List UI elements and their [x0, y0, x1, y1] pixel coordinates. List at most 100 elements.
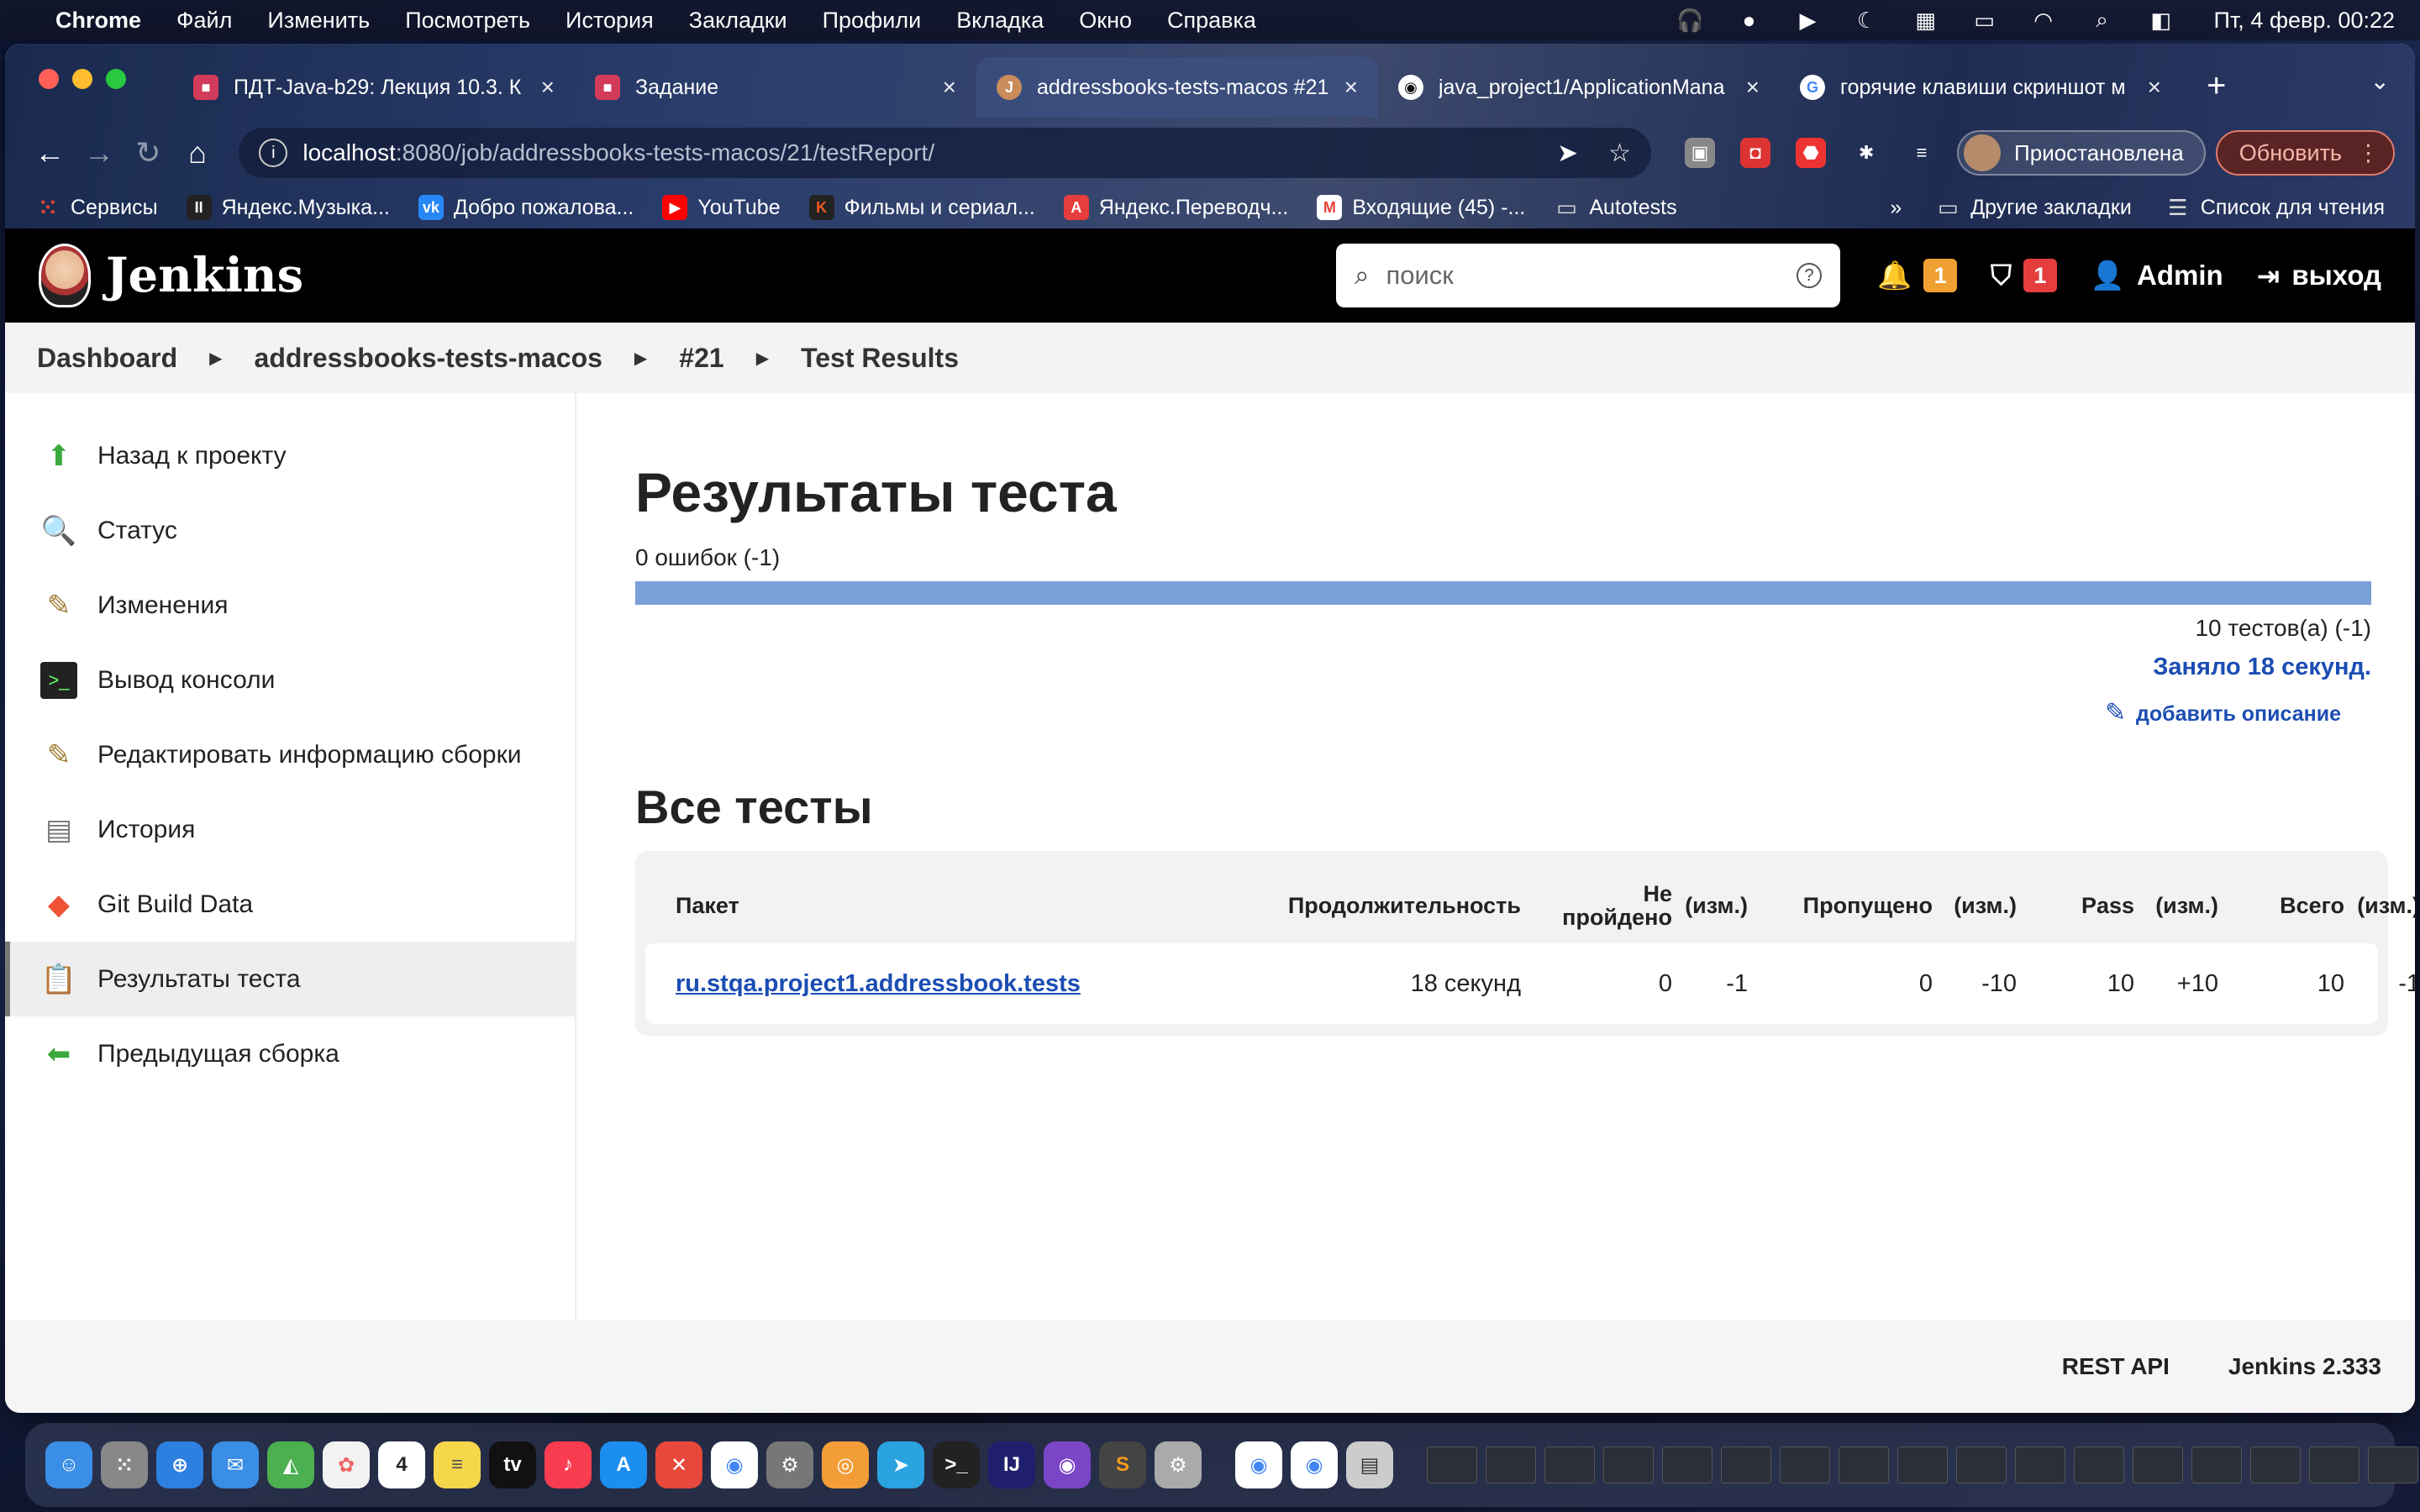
app-icon[interactable]: ✕	[655, 1441, 702, 1488]
minimized-window-thumbnail[interactable]	[1721, 1446, 1771, 1483]
column-header[interactable]: (изм.)	[1944, 893, 2028, 919]
close-tab-icon[interactable]: ×	[1746, 74, 1760, 101]
forward-button[interactable]: →	[75, 135, 124, 171]
column-header[interactable]: (изм.)	[1684, 893, 1760, 919]
terminal-icon[interactable]: >_	[933, 1441, 980, 1488]
menu-tab[interactable]: Вкладка	[956, 8, 1044, 34]
breadcrumb-chevron-icon[interactable]: ▶	[756, 348, 769, 369]
rest-api-link[interactable]: REST API	[2062, 1353, 2170, 1380]
chrome-icon[interactable]: ◉	[711, 1441, 758, 1488]
back-button[interactable]: ←	[25, 135, 75, 171]
browser-tab[interactable]: G горячие клавиши скриншот м ×	[1780, 57, 2181, 118]
preview-icon[interactable]: ▤	[1346, 1441, 1393, 1488]
send-icon[interactable]: ➤	[1557, 139, 1578, 168]
kebab-menu-icon[interactable]: ⋮	[2357, 140, 2380, 166]
puzzle-extensions-icon[interactable]: ✱	[1851, 138, 1881, 168]
notification-app-icon[interactable]: ●	[1735, 8, 1764, 33]
minimized-window-thumbnail[interactable]	[1486, 1446, 1536, 1483]
jenkins-version-link[interactable]: Jenkins 2.333	[2228, 1353, 2381, 1380]
telegram-icon[interactable]: ➤	[877, 1441, 924, 1488]
bookmark-item[interactable]: ▶ YouTube	[662, 195, 781, 220]
bookmark-item[interactable]: II Яндекс.Музыка...	[186, 195, 390, 220]
home-button[interactable]: ⌂	[173, 135, 223, 171]
photos-icon[interactable]: ✿	[323, 1441, 370, 1488]
sidebar-item-back-to-project[interactable]: ⬆ Назад к проекту	[5, 418, 575, 493]
menu-bookmarks[interactable]: Закладки	[689, 8, 787, 34]
search-box[interactable]: ⌕ поиск ?	[1336, 244, 1841, 307]
column-header[interactable]: Пакет	[676, 893, 1247, 919]
column-header[interactable]: Всего	[2230, 893, 2356, 919]
breadcrumb-chevron-icon[interactable]: ▶	[209, 348, 222, 369]
column-header[interactable]: Не пройдено	[1541, 882, 1684, 930]
bookmark-item[interactable]: ⁙ Сервисы	[35, 195, 157, 220]
close-tab-icon[interactable]: ×	[541, 74, 555, 101]
minimized-window-thumbnail[interactable]	[1839, 1446, 1889, 1483]
minimized-window-thumbnail[interactable]	[1544, 1446, 1595, 1483]
play-icon[interactable]: ▶	[1794, 8, 1823, 33]
battery-icon[interactable]: ▭	[1970, 8, 1999, 33]
browser-tab[interactable]: ■ Задание ×	[575, 57, 976, 118]
minimized-window-thumbnail[interactable]	[2250, 1446, 2301, 1483]
new-tab-button[interactable]: +	[2181, 52, 2251, 119]
menu-window[interactable]: Окно	[1079, 8, 1132, 34]
shield-extension-icon[interactable]: ⬣	[1796, 138, 1827, 168]
update-chrome-button[interactable]: Обновить ⋮	[2215, 130, 2396, 176]
bookmark-item[interactable]: vk Добро пожалова...	[418, 195, 634, 220]
minimized-window-thumbnail[interactable]	[2191, 1446, 2242, 1483]
column-header[interactable]: (изм.)	[2146, 893, 2230, 919]
package-link[interactable]: ru.stqa.project1.addressbook.tests	[676, 970, 1081, 997]
mail-icon[interactable]: ✉	[212, 1441, 259, 1488]
sidebar-item-git-build-data[interactable]: ◆ Git Build Data	[5, 867, 575, 942]
minimize-window-button[interactable]	[72, 69, 92, 89]
music-icon[interactable]: ♪	[544, 1441, 592, 1488]
search-input[interactable]: поиск	[1386, 260, 1797, 291]
menu-profiles[interactable]: Профили	[823, 8, 922, 34]
menu-history[interactable]: История	[566, 8, 654, 34]
fullscreen-window-button[interactable]	[106, 69, 126, 89]
site-info-icon[interactable]: i	[259, 139, 288, 167]
user-button[interactable]: 👤 Admin	[2091, 260, 2223, 292]
intellij-icon[interactable]: IJ	[988, 1441, 1035, 1488]
browser-tab-active[interactable]: J addressbooks-tests-macos #21 ×	[976, 57, 1378, 118]
breadcrumb-item[interactable]: Test Results	[801, 343, 959, 374]
bookmark-item[interactable]: K Фильмы и сериал...	[808, 195, 1035, 220]
keyboard-layout-icon[interactable]: ▦	[1912, 8, 1940, 33]
chrome-icon[interactable]: ◉	[1235, 1441, 1282, 1488]
browser-tab[interactable]: ◉ java_project1/ApplicationMana ×	[1378, 57, 1780, 118]
launchpad-icon[interactable]: ⁙	[101, 1441, 148, 1488]
minimized-window-thumbnail[interactable]	[2309, 1446, 2360, 1483]
menu-app-name[interactable]: Chrome	[55, 8, 141, 34]
github-desktop-icon[interactable]: ◉	[1044, 1441, 1091, 1488]
breadcrumb-chevron-icon[interactable]: ▶	[634, 348, 647, 369]
column-header[interactable]: Pass	[2028, 893, 2146, 919]
minimized-window-thumbnail[interactable]	[1662, 1446, 1712, 1483]
help-icon[interactable]: ?	[1797, 263, 1823, 288]
close-tab-icon[interactable]: ×	[943, 74, 956, 101]
browser-tab[interactable]: ■ ПДТ-Java-b29: Лекция 10.3. К ×	[173, 57, 575, 118]
bookmark-star-icon[interactable]: ☆	[1608, 139, 1631, 168]
app-store-icon[interactable]: A	[600, 1441, 647, 1488]
column-header[interactable]: Продолжительность	[1247, 893, 1533, 919]
apple-tv-icon[interactable]: tv	[489, 1441, 536, 1488]
breadcrumb-item[interactable]: #21	[679, 343, 723, 374]
bookmark-item[interactable]: ▭ Autotests	[1554, 195, 1677, 220]
calendar-icon[interactable]: 4	[378, 1441, 425, 1488]
maps-icon[interactable]: ◭	[267, 1441, 314, 1488]
profile-button[interactable]: Приостановлена	[1957, 130, 2206, 176]
sidebar-item-changes[interactable]: ✎ Изменения	[5, 568, 575, 643]
sublime-text-icon[interactable]: S	[1099, 1441, 1146, 1488]
spotlight-search-icon[interactable]: ⌕	[2088, 7, 2117, 33]
menu-view[interactable]: Посмотреть	[405, 8, 530, 34]
close-window-button[interactable]	[39, 69, 59, 89]
moon-icon[interactable]: ☾	[1853, 8, 1881, 33]
close-tab-icon[interactable]: ×	[2148, 74, 2161, 101]
breadcrumb-item[interactable]: Dashboard	[37, 343, 177, 374]
close-tab-icon[interactable]: ×	[1344, 74, 1358, 101]
minimized-window-thumbnail[interactable]	[2133, 1446, 2183, 1483]
notes-icon[interactable]: ≡	[434, 1441, 481, 1488]
jenkins-logo[interactable]: Jenkins	[39, 244, 303, 307]
security-button[interactable]: ⛉ 1	[1991, 259, 2057, 292]
bookmark-item[interactable]: M Входящие (45) -...	[1317, 195, 1525, 220]
menu-help[interactable]: Справка	[1167, 8, 1256, 34]
notifications-button[interactable]: 🔔 1	[1877, 259, 1958, 292]
